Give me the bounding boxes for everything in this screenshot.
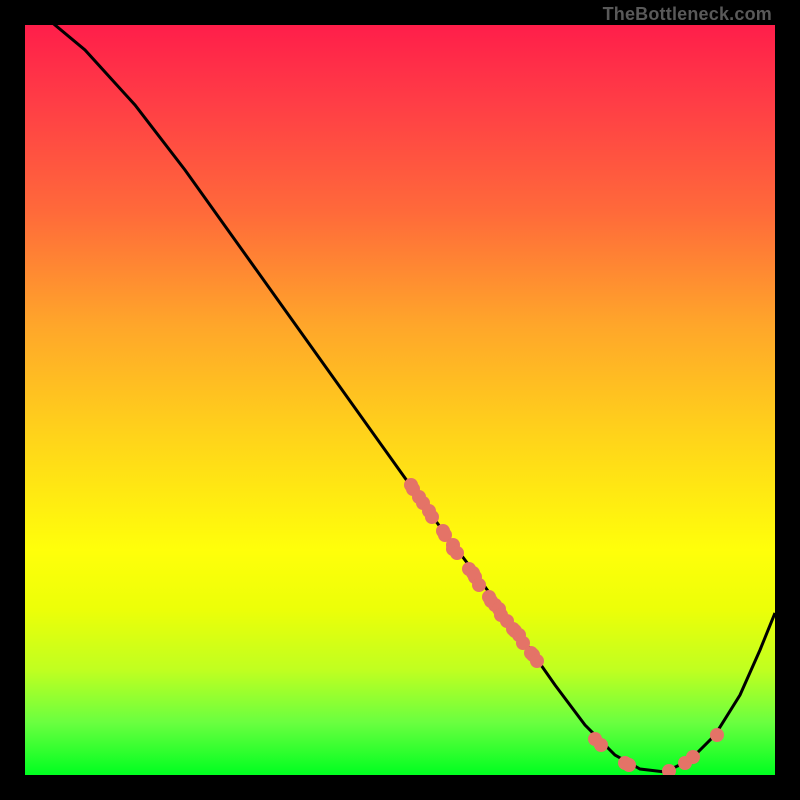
- data-point: [450, 546, 464, 560]
- chart-area: [25, 25, 775, 775]
- data-point: [530, 654, 544, 668]
- data-point: [472, 578, 486, 592]
- scatter-points: [404, 478, 724, 775]
- chart-overlay: [25, 25, 775, 775]
- data-point: [425, 510, 439, 524]
- data-point: [594, 738, 608, 752]
- watermark-text: TheBottleneck.com: [603, 4, 772, 25]
- data-point: [622, 758, 636, 772]
- data-point: [710, 728, 724, 742]
- data-point: [686, 750, 700, 764]
- data-point: [662, 764, 676, 775]
- bottleneck-curve: [25, 25, 775, 772]
